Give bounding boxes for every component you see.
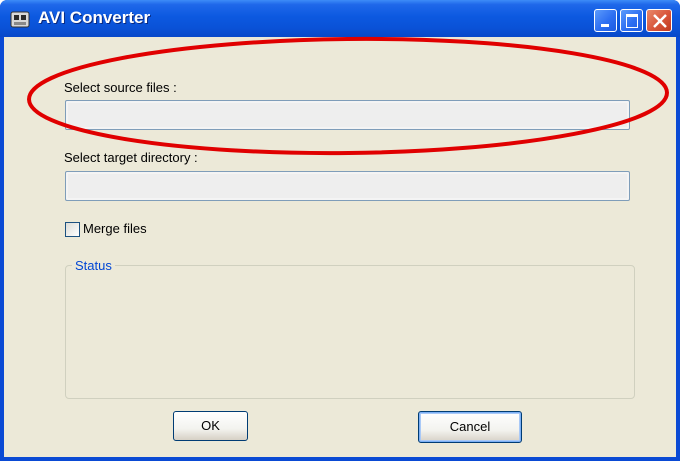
cancel-button-label: Cancel — [449, 419, 491, 434]
ok-button-label: OK — [201, 418, 220, 433]
window-title: AVI Converter — [38, 8, 151, 27]
status-groupbox — [65, 265, 635, 399]
minimize-icon[interactable] — [594, 9, 617, 32]
app-icon — [10, 11, 30, 28]
dialog-client-area: Select source files : Select target dire… — [4, 37, 676, 457]
merge-files-label[interactable]: Merge files — [83, 221, 147, 236]
ok-button[interactable]: OK — [173, 411, 248, 441]
title-bar[interactable]: AVI Converter — [0, 0, 680, 37]
status-groupbox-title: Status — [72, 258, 115, 273]
avi-converter-window: AVI Converter Select source files : Sele… — [0, 0, 680, 461]
target-directory-input[interactable] — [65, 171, 630, 201]
close-icon[interactable] — [646, 9, 672, 32]
source-files-label: Select source files : — [64, 80, 177, 95]
source-files-input[interactable] — [65, 100, 630, 130]
target-directory-label: Select target directory : — [64, 150, 198, 165]
cancel-button[interactable]: Cancel — [418, 411, 522, 443]
merge-files-checkbox[interactable] — [65, 222, 80, 237]
maximize-icon[interactable] — [620, 9, 643, 32]
